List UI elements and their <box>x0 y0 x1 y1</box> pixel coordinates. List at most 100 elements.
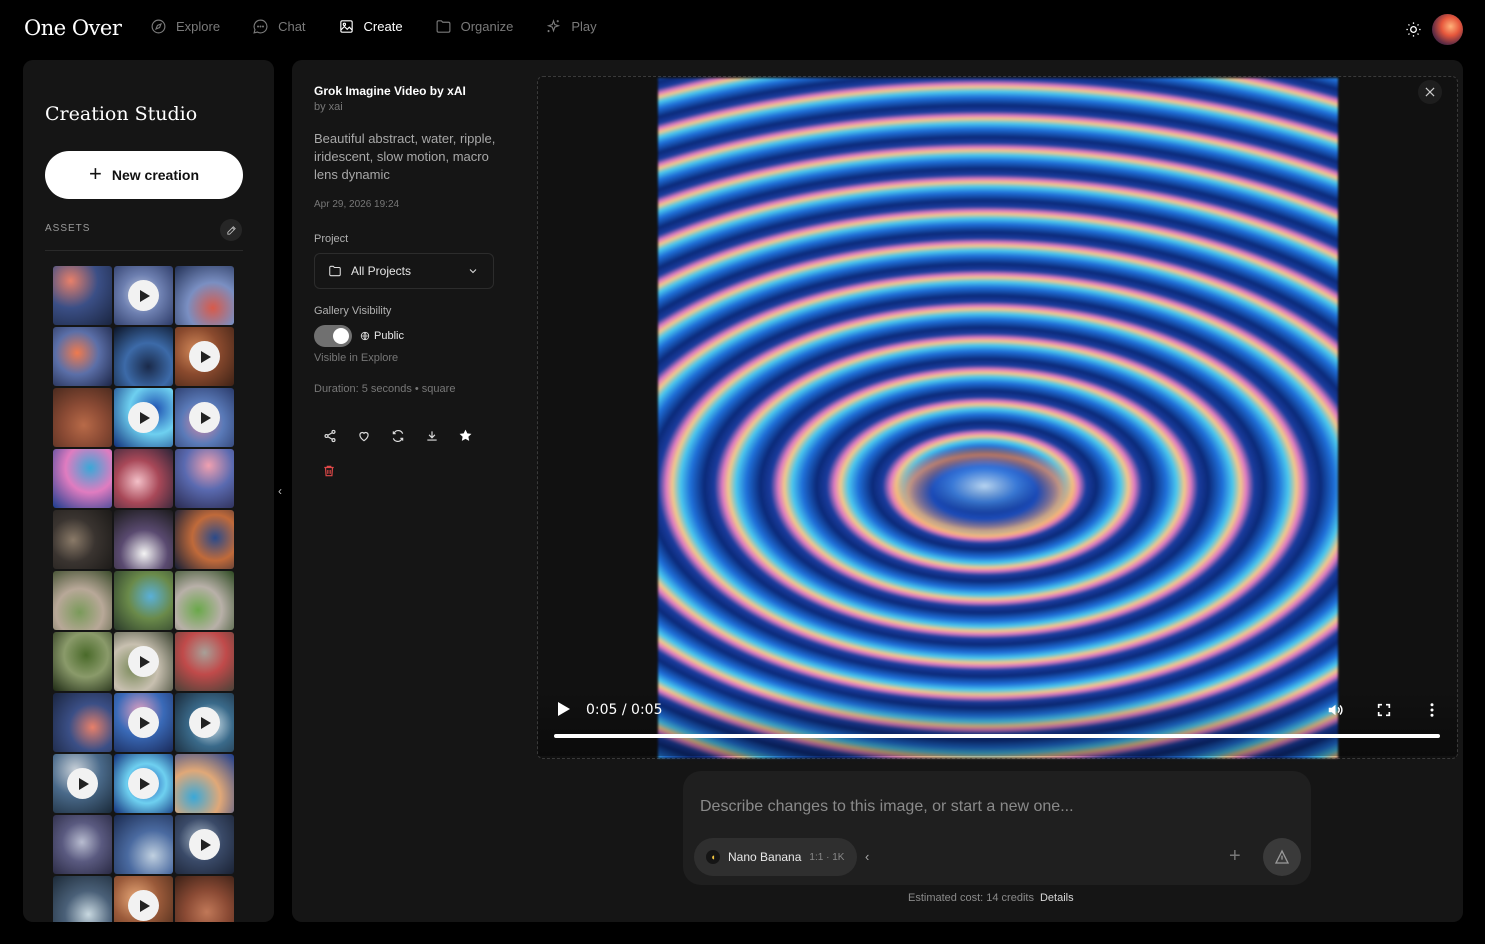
asset-thumbnail[interactable] <box>175 510 234 569</box>
download-icon[interactable] <box>424 428 439 443</box>
cost-details-link[interactable]: Details <box>1040 892 1074 904</box>
video-controls <box>538 690 1457 756</box>
asset-thumbnail[interactable] <box>53 449 112 508</box>
more-vertical-icon[interactable] <box>1426 701 1438 719</box>
asset-thumbnail[interactable] <box>53 327 112 386</box>
asset-thumbnail[interactable] <box>175 754 234 813</box>
asset-thumbnail[interactable] <box>53 693 112 752</box>
play-icon <box>128 402 159 433</box>
assets-divider <box>45 250 243 251</box>
visibility-hint: Visible in Explore <box>314 352 399 364</box>
nav-chat[interactable]: Chat <box>252 18 306 35</box>
refresh-icon[interactable] <box>390 428 405 443</box>
creation-info: Grok Imagine Video by xAI by xai Beautif… <box>314 84 499 210</box>
play-icon <box>189 829 220 860</box>
asset-thumbnail[interactable] <box>114 510 173 569</box>
sun-icon[interactable] <box>1405 21 1422 38</box>
creation-date: Apr 29, 2026 19:24 <box>314 199 400 210</box>
chevron-down-icon <box>469 269 477 274</box>
trash-icon[interactable] <box>322 464 337 479</box>
asset-thumbnail[interactable] <box>114 632 173 691</box>
nav-organize-label: Organize <box>460 19 514 34</box>
asset-thumbnail[interactable] <box>53 266 112 325</box>
asset-thumbnail[interactable] <box>53 876 112 922</box>
model-meta: 1:1 · 1K <box>809 851 845 863</box>
nav-play[interactable]: Play <box>545 18 597 35</box>
model-selector[interactable]: ◖ Nano Banana 1:1 · 1K <box>694 838 858 876</box>
collapse-sidebar-icon[interactable]: ‹ <box>278 484 282 498</box>
asset-thumbnail[interactable] <box>114 449 173 508</box>
play-icon <box>189 402 220 433</box>
project-select[interactable]: All Projects <box>314 253 494 289</box>
asset-thumbnail[interactable] <box>114 754 173 813</box>
plus-icon: + <box>89 161 102 186</box>
send-button[interactable] <box>1263 838 1301 876</box>
avatar[interactable] <box>1432 14 1463 45</box>
nav-explore-label: Explore <box>176 19 221 34</box>
asset-thumbnail[interactable] <box>114 815 173 874</box>
app-logo[interactable]: One Over <box>24 16 122 40</box>
new-creation-button[interactable]: + New creation <box>45 151 243 199</box>
play-icon <box>128 280 159 311</box>
creation-title: Grok Imagine Video by xAI <box>314 84 466 98</box>
asset-thumbnail[interactable] <box>53 754 112 813</box>
asset-thumbnail[interactable] <box>53 388 112 447</box>
globe-icon <box>360 331 370 341</box>
creation-studio-sidebar: Creation Studio + New creation ASSETS <box>23 60 274 922</box>
visibility-toggle[interactable] <box>314 325 352 347</box>
close-icon <box>1425 87 1435 97</box>
asset-thumbnail[interactable] <box>175 571 234 630</box>
project-label: Project <box>314 233 349 245</box>
video-time: 0:05 / 0:05 <box>586 702 663 718</box>
asset-thumbnail[interactable] <box>114 693 173 752</box>
top-bar: One Over Explore Chat Create Organize Pl… <box>0 0 1485 60</box>
asset-thumbnail[interactable] <box>114 876 173 922</box>
assets-grid <box>53 266 234 922</box>
asset-thumbnail[interactable] <box>114 327 173 386</box>
send-icon <box>1274 849 1290 864</box>
asset-thumbnail[interactable] <box>175 266 234 325</box>
volume-icon[interactable] <box>1326 701 1345 719</box>
model-name: Nano Banana <box>728 850 802 864</box>
asset-thumbnail[interactable] <box>53 815 112 874</box>
asset-thumbnail[interactable] <box>175 327 234 386</box>
asset-thumbnail[interactable] <box>114 571 173 630</box>
assets-edit-button[interactable] <box>220 219 242 241</box>
creation-prompt: Beautiful abstract, water, ripple, iride… <box>314 131 496 182</box>
chat-bubble-icon <box>253 19 268 34</box>
asset-thumbnail[interactable] <box>175 449 234 508</box>
asset-thumbnail[interactable] <box>175 693 234 752</box>
cost-estimate: Estimated cost: 14 credits <box>908 892 1034 904</box>
asset-thumbnail[interactable] <box>175 388 234 447</box>
star-icon[interactable] <box>458 428 473 443</box>
video-player[interactable] <box>658 78 1338 758</box>
prompt-input[interactable] <box>700 796 1240 818</box>
asset-thumbnail[interactable] <box>53 632 112 691</box>
asset-thumbnail[interactable] <box>114 266 173 325</box>
new-creation-label: New creation <box>111 167 199 183</box>
share-icon[interactable] <box>322 428 337 443</box>
nav-organize[interactable]: Organize <box>435 18 514 35</box>
asset-thumbnail[interactable] <box>175 632 234 691</box>
asset-thumbnail[interactable] <box>53 571 112 630</box>
asset-thumbnail[interactable] <box>114 388 173 447</box>
nav-explore[interactable]: Explore <box>150 18 220 35</box>
add-attachment-button[interactable]: + <box>1229 846 1241 866</box>
heart-icon[interactable] <box>356 428 371 443</box>
play-icon[interactable] <box>556 702 570 718</box>
video-progress-bar[interactable] <box>554 734 1440 738</box>
nav-create[interactable]: Create <box>338 18 403 35</box>
creation-author[interactable]: by xai <box>314 101 499 113</box>
asset-thumbnail[interactable] <box>175 876 234 922</box>
asset-thumbnail[interactable] <box>175 815 234 874</box>
chevron-left-icon[interactable]: ‹ <box>865 849 869 864</box>
gallery-visibility-label: Gallery Visibility <box>314 305 392 317</box>
play-icon <box>67 768 98 799</box>
nav-create-label: Create <box>363 19 403 34</box>
edit-icon <box>226 225 236 235</box>
assets-label: ASSETS <box>45 223 91 234</box>
asset-thumbnail[interactable] <box>53 510 112 569</box>
close-button[interactable] <box>1418 80 1442 104</box>
fullscreen-icon[interactable] <box>1376 702 1392 718</box>
folder-icon <box>329 265 341 277</box>
